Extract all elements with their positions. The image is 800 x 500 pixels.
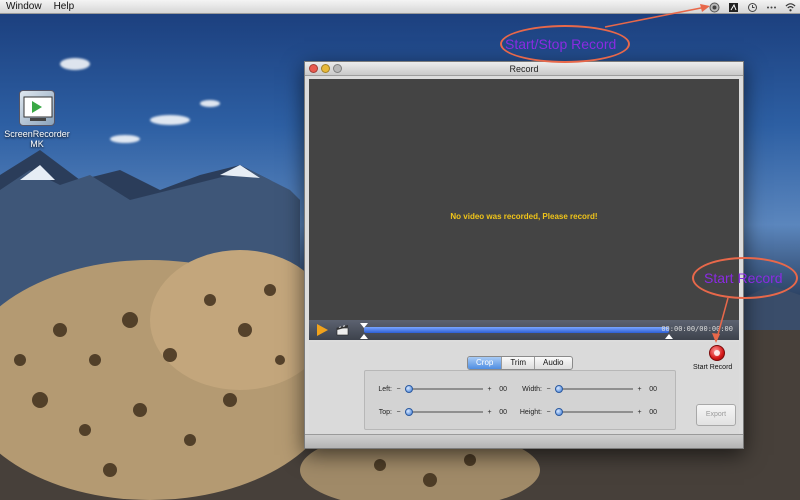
- annotation-arrows: [604, 4, 729, 343]
